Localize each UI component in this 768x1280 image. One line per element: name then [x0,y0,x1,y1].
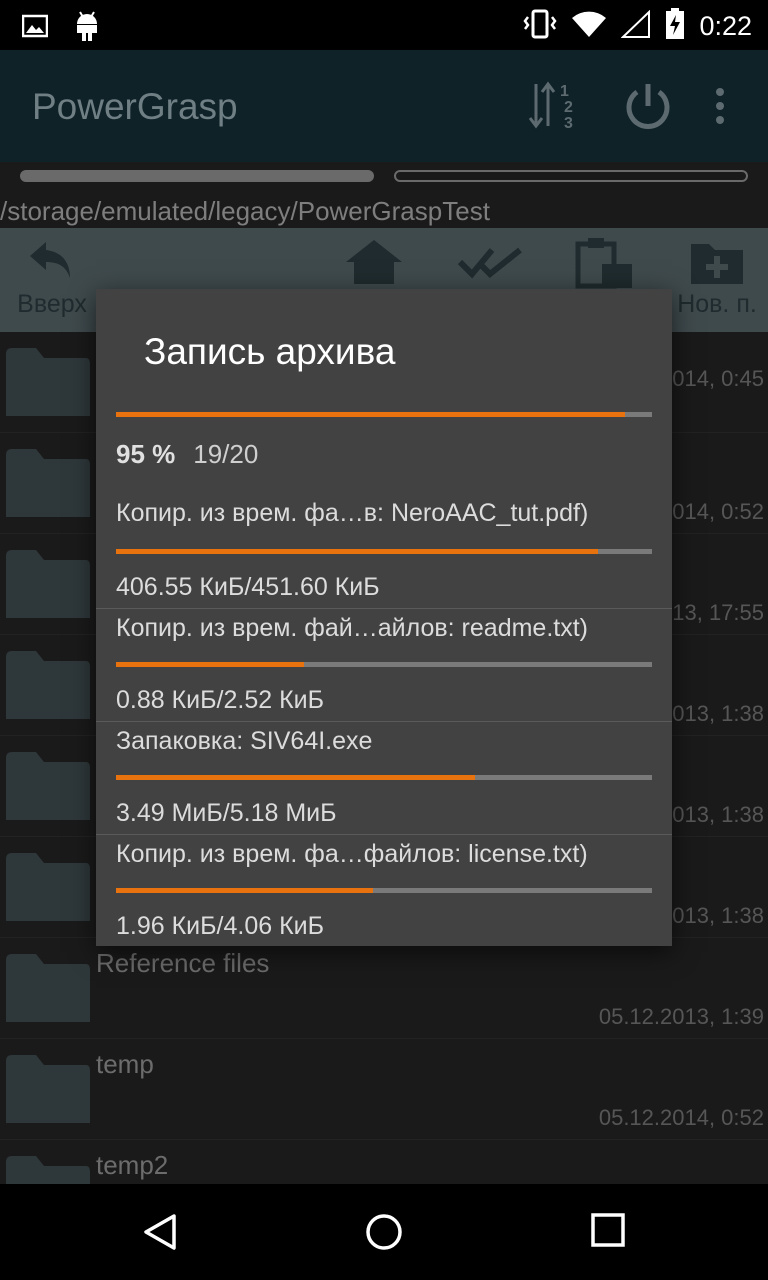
new-folder-icon [691,244,743,284]
clock: 0:22 [699,10,752,41]
overflow-menu-icon[interactable] [700,78,740,134]
svg-text:2: 2 [564,99,573,116]
item-progress-bar [116,662,652,667]
file-date: 05.12.2013, 1:39 [598,1004,764,1029]
signal-icon [620,9,651,42]
file-date: 05.12.2014, 0:52 [598,1105,764,1130]
item-name: Копир. из врем. фа…файлов: license.txt) [116,840,588,868]
item-size: 1.96 КиБ/4.06 КиБ [116,912,325,940]
file-date: 013, 1:38 [672,701,764,726]
file-date: 13, 17:55 [672,600,764,625]
android-icon [74,10,100,46]
dialog-title: Запись архива [144,331,396,372]
up-label: Вверх [17,290,87,318]
total-progress-text: 95 % 19/20 [116,439,258,470]
wifi-icon [571,10,607,42]
total-progress-bar [116,412,652,417]
back-up-icon [30,242,70,278]
archive-progress-dialog: Запись архива 95 % 19/20 Копир. из врем. … [96,289,672,946]
action-bar: PowerGrasp 123 [0,50,768,162]
folder-icon [6,651,90,719]
up-button[interactable]: Вверх [12,236,92,319]
folder-icon [6,449,90,517]
item-name: Копир. из врем. фай…айлов: readme.txt) [116,614,588,642]
current-path: /storage/emulated/legacy/PowerGraspTest [0,196,490,226]
item-name: Копир. из врем. фа…в: NeroAAC_tut.pdf) [116,499,589,527]
item-size: 406.55 КиБ/451.60 КиБ [116,573,380,601]
status-bar: 0:22 [0,0,768,50]
back-icon[interactable] [140,1212,180,1256]
item-size: 3.49 МиБ/5.18 МиБ [116,799,337,827]
item-progress-bar [116,888,652,893]
file-date: 013, 1:38 [672,802,764,827]
power-icon[interactable] [620,78,676,134]
file-count: 19/20 [193,439,259,469]
item-progress-bar [116,549,652,554]
divider [96,721,672,722]
sort-icon[interactable]: 123 [526,78,582,134]
navigation-bar [0,1184,768,1280]
file-name: temp2 [96,1150,169,1180]
item-progress-bar [116,775,652,780]
recents-icon[interactable] [590,1212,626,1252]
list-item[interactable]: Reference files 05.12.2013, 1:39 [0,938,768,1039]
home-icon [346,240,402,284]
app-title: PowerGrasp [32,86,238,127]
divider [96,608,672,609]
image-icon [21,13,49,43]
item-size: 0.88 КиБ/2.52 КиБ [116,686,325,714]
home-button[interactable] [342,236,406,290]
folder-icon [6,752,90,820]
total-progress-fill [116,412,626,417]
divider [96,834,672,835]
item-progress-fill [116,775,476,780]
left-panel-indicator[interactable] [20,170,374,182]
percent-label: 95 % [116,439,176,469]
item-progress-fill [116,888,374,893]
item-progress-fill [116,662,304,667]
file-date: 014, 0:45 [672,366,764,391]
folder-icon [6,954,90,1022]
folder-icon [6,1055,90,1123]
file-date: 013, 1:38 [672,903,764,928]
battery-charging-icon [665,8,685,44]
folder-icon [6,550,90,618]
svg-text:3: 3 [564,115,573,132]
select-all-icon [457,247,522,279]
file-name: temp [96,1049,154,1079]
new-folder-button[interactable]: Нов. п. [672,236,762,319]
item-progress-fill [116,549,599,554]
paste-icon [575,238,632,289]
panel-indicators [0,162,768,196]
list-item[interactable]: temp 05.12.2014, 0:52 [0,1039,768,1140]
item-name: Запаковка: SIV64I.exe [116,727,373,755]
folder-icon [6,853,90,921]
file-name: Reference files [96,948,270,978]
svg-text:1: 1 [560,83,569,100]
folder-icon [6,348,90,416]
select-all-button[interactable] [456,236,526,290]
vibrate-icon [523,9,557,43]
right-panel-indicator[interactable] [394,170,748,182]
paste-button[interactable] [570,236,638,294]
new-folder-label: Нов. п. [677,290,757,318]
home-circle-icon[interactable] [364,1212,404,1256]
file-date: 014, 0:52 [672,499,764,524]
